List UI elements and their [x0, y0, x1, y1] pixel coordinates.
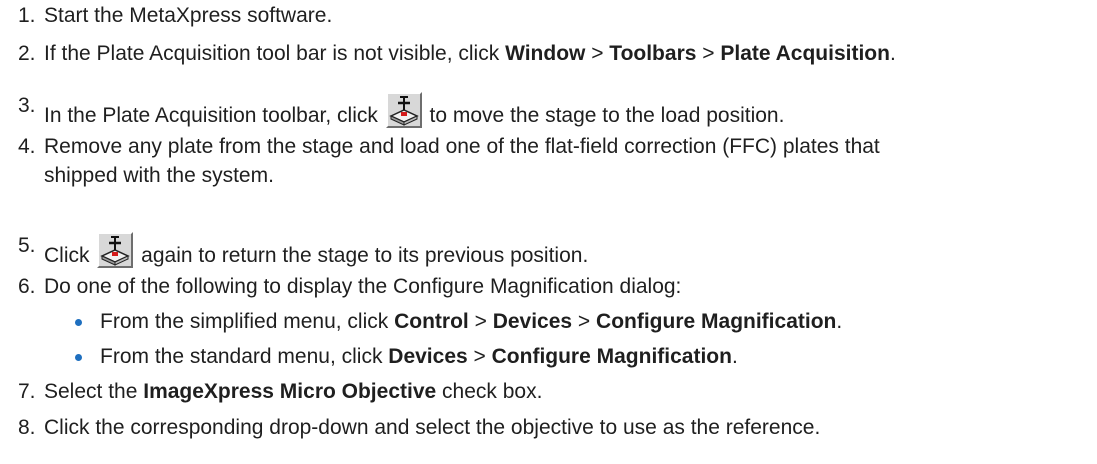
step-text-pre: If the Plate Acquisition tool bar is not…: [44, 42, 506, 65]
bullet-icon: [75, 319, 82, 326]
bullet-text: From the standard menu, click Devices > …: [100, 343, 738, 371]
step-number: 6.: [18, 275, 36, 298]
bullet-text-pre: From the simplified menu, click: [100, 310, 395, 333]
menu-separator: >: [468, 310, 493, 333]
step-text: Start the MetaXpress software.: [44, 4, 333, 27]
step-text-post: again to return the stage to its previou…: [135, 244, 589, 267]
step-text: Do one of the following to display the C…: [44, 275, 682, 298]
checkbox-name: ImageXpress Micro Objective: [143, 380, 437, 403]
menu-control: Control: [394, 310, 469, 333]
step-text: If the Plate Acquisition tool bar is not…: [44, 40, 896, 68]
step-text-line-2: shipped with the system.: [44, 164, 274, 187]
step-number: 2.: [18, 42, 36, 65]
menu-devices: Devices: [492, 310, 573, 333]
step-text: In the Plate Acquisition toolbar, click …: [44, 92, 784, 130]
menu-separator: >: [467, 345, 492, 368]
menu-configure-magnification: Configure Magnification: [491, 345, 732, 368]
menu-separator: >: [585, 42, 610, 65]
menu-separator: >: [572, 310, 597, 333]
menu-plate-acquisition: Plate Acquisition: [720, 42, 890, 65]
step-text-line-1: Remove any plate from the stage and load…: [44, 135, 880, 158]
menu-toolbars: Toolbars: [609, 42, 697, 65]
step-text-pre: Select the: [44, 380, 144, 403]
step-text-pre: Click: [44, 244, 96, 267]
step-text: Click again to return the stage to its p…: [44, 232, 588, 270]
step-text-post: check box.: [436, 380, 543, 403]
step-number: 8.: [18, 416, 36, 439]
menu-separator: >: [696, 42, 721, 65]
bullet-icon: [75, 354, 82, 361]
bullet-text-post: .: [836, 310, 843, 333]
step-text-post: .: [889, 42, 896, 65]
step-number: 7.: [18, 380, 36, 403]
menu-configure-magnification: Configure Magnification: [596, 310, 837, 333]
step-text-pre: In the Plate Acquisition toolbar, click: [44, 104, 384, 127]
bullet-text-pre: From the standard menu, click: [100, 345, 389, 368]
step-number: 1.: [18, 4, 36, 27]
step-number: 3.: [18, 94, 36, 117]
step-text: Click the corresponding drop-down and se…: [44, 416, 821, 439]
bullet-text: From the simplified menu, click Control …: [100, 308, 842, 336]
step-text-post: to move the stage to the load position.: [423, 104, 785, 127]
load-position-icon[interactable]: [97, 232, 134, 268]
bullet-text-post: .: [731, 345, 738, 368]
step-number: 5.: [18, 234, 36, 257]
load-position-icon[interactable]: [385, 92, 422, 128]
step-number: 4.: [18, 135, 36, 158]
menu-window: Window: [505, 42, 586, 65]
step-text: Select the ImageXpress Micro Objective c…: [44, 378, 542, 406]
menu-devices: Devices: [388, 345, 468, 368]
